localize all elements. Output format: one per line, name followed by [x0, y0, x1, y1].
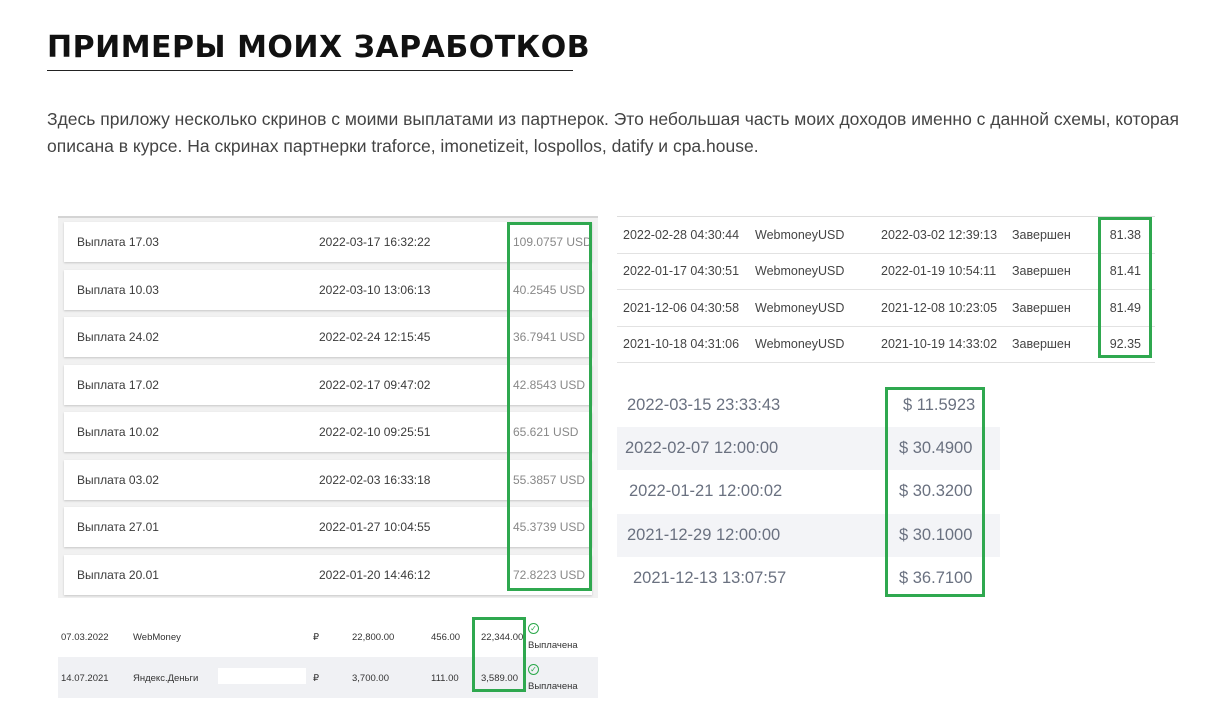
currency-sign: ₽ [313, 673, 320, 684]
ruble-amount-highlight [472, 617, 526, 692]
status-text: Выплачена [528, 640, 578, 651]
status-text: Завершен [1012, 228, 1071, 242]
payout-date: 2022-01-27 10:04:55 [319, 520, 431, 534]
payout-date: 2022-02-07 12:00:00 [625, 439, 779, 457]
payout-date: 2022-01-20 14:46:12 [319, 568, 431, 582]
fee-amount: 111.00 [431, 673, 459, 684]
title-underline [47, 70, 573, 71]
payout-date: 2022-02-10 09:25:51 [319, 425, 431, 439]
check-circle-icon: ✓ [528, 664, 539, 675]
payout-date: 2021-12-13 13:07:57 [633, 569, 787, 587]
dollar-amount-highlight [885, 387, 985, 597]
check-circle-icon: ✓ [528, 623, 539, 634]
payout-date: 2022-03-17 16:32:22 [319, 235, 431, 249]
payment-system: WebMoney [133, 632, 181, 643]
created-date: 2021-10-18 04:31:06 [623, 337, 740, 351]
payout-date: 2022-03-15 23:33:43 [627, 396, 781, 414]
payout-date: 2021-12-29 12:00:00 [627, 526, 781, 544]
status-text: Завершен [1012, 301, 1071, 315]
payout-name: Выплата 17.03 [77, 235, 159, 249]
payment-system: WebmoneyUSD [755, 228, 845, 242]
payout-date: 07.03.2022 [61, 632, 109, 643]
payment-system: Яндекс.Деньги [133, 673, 199, 684]
created-date: 2022-01-17 04:30:51 [623, 264, 740, 278]
fee-amount: 456.00 [431, 632, 461, 643]
payout-date: 2022-02-03 16:33:18 [319, 473, 431, 487]
currency-sign: ₽ [313, 632, 320, 643]
status-text: Завершен [1012, 264, 1071, 278]
payout-name: Выплата 10.03 [77, 283, 159, 297]
payout-date: 2022-02-17 09:47:02 [319, 378, 431, 392]
status-text: Выплачена [528, 681, 578, 692]
table-row: 2021-10-18 04:31:06 WebmoneyUSD 2021-10-… [617, 326, 1155, 363]
table-row: 2022-01-17 04:30:51 WebmoneyUSD 2022-01-… [617, 253, 1155, 290]
status-text: Завершен [1012, 337, 1071, 351]
payout-date: 14.07.2021 [61, 673, 109, 684]
paid-date: 2021-10-19 14:33:02 [881, 337, 998, 351]
payout-date: 2022-01-21 12:00:02 [629, 482, 783, 500]
redacted-field [218, 668, 306, 684]
payment-system: WebmoneyUSD [755, 264, 845, 278]
payout-name: Выплата 24.02 [77, 330, 159, 344]
payout-date: 2022-03-10 13:06:13 [319, 283, 431, 297]
table-row: 2022-02-28 04:30:44 WebmoneyUSD 2022-03-… [617, 217, 1155, 254]
page-title: ПРИМЕРЫ МОИХ ЗАРАБОТКОВ [47, 30, 591, 65]
paid-date: 2022-01-19 10:54:11 [881, 264, 997, 278]
payout-date: 2022-02-24 12:15:45 [319, 330, 431, 344]
payment-system: WebmoneyUSD [755, 337, 845, 351]
created-date: 2021-12-06 04:30:58 [623, 301, 740, 315]
payout-name: Выплата 03.02 [77, 473, 159, 487]
payout-name: Выплата 17.02 [77, 378, 159, 392]
table-row: 2021-12-06 04:30:58 WebmoneyUSD 2021-12-… [617, 290, 1155, 327]
gross-amount: 3,700.00 [352, 673, 389, 684]
payout-name: Выплата 27.01 [77, 520, 159, 534]
payout-name: Выплата 20.01 [77, 568, 159, 582]
created-date: 2022-02-28 04:30:44 [623, 228, 740, 242]
gross-amount: 22,800.00 [352, 632, 395, 643]
payout-amount-highlight [507, 222, 592, 591]
intro-paragraph: Здесь приложу несколько скринов с моими … [47, 109, 1179, 156]
webmoney-amount-highlight [1098, 217, 1152, 358]
paid-date: 2022-03-02 12:39:13 [881, 228, 998, 242]
webmoney-payout-table: 2022-02-28 04:30:44 WebmoneyUSD 2022-03-… [617, 216, 1155, 363]
payout-name: Выплата 10.02 [77, 425, 159, 439]
payment-system: WebmoneyUSD [755, 301, 845, 315]
paid-date: 2021-12-08 10:23:05 [881, 301, 998, 315]
